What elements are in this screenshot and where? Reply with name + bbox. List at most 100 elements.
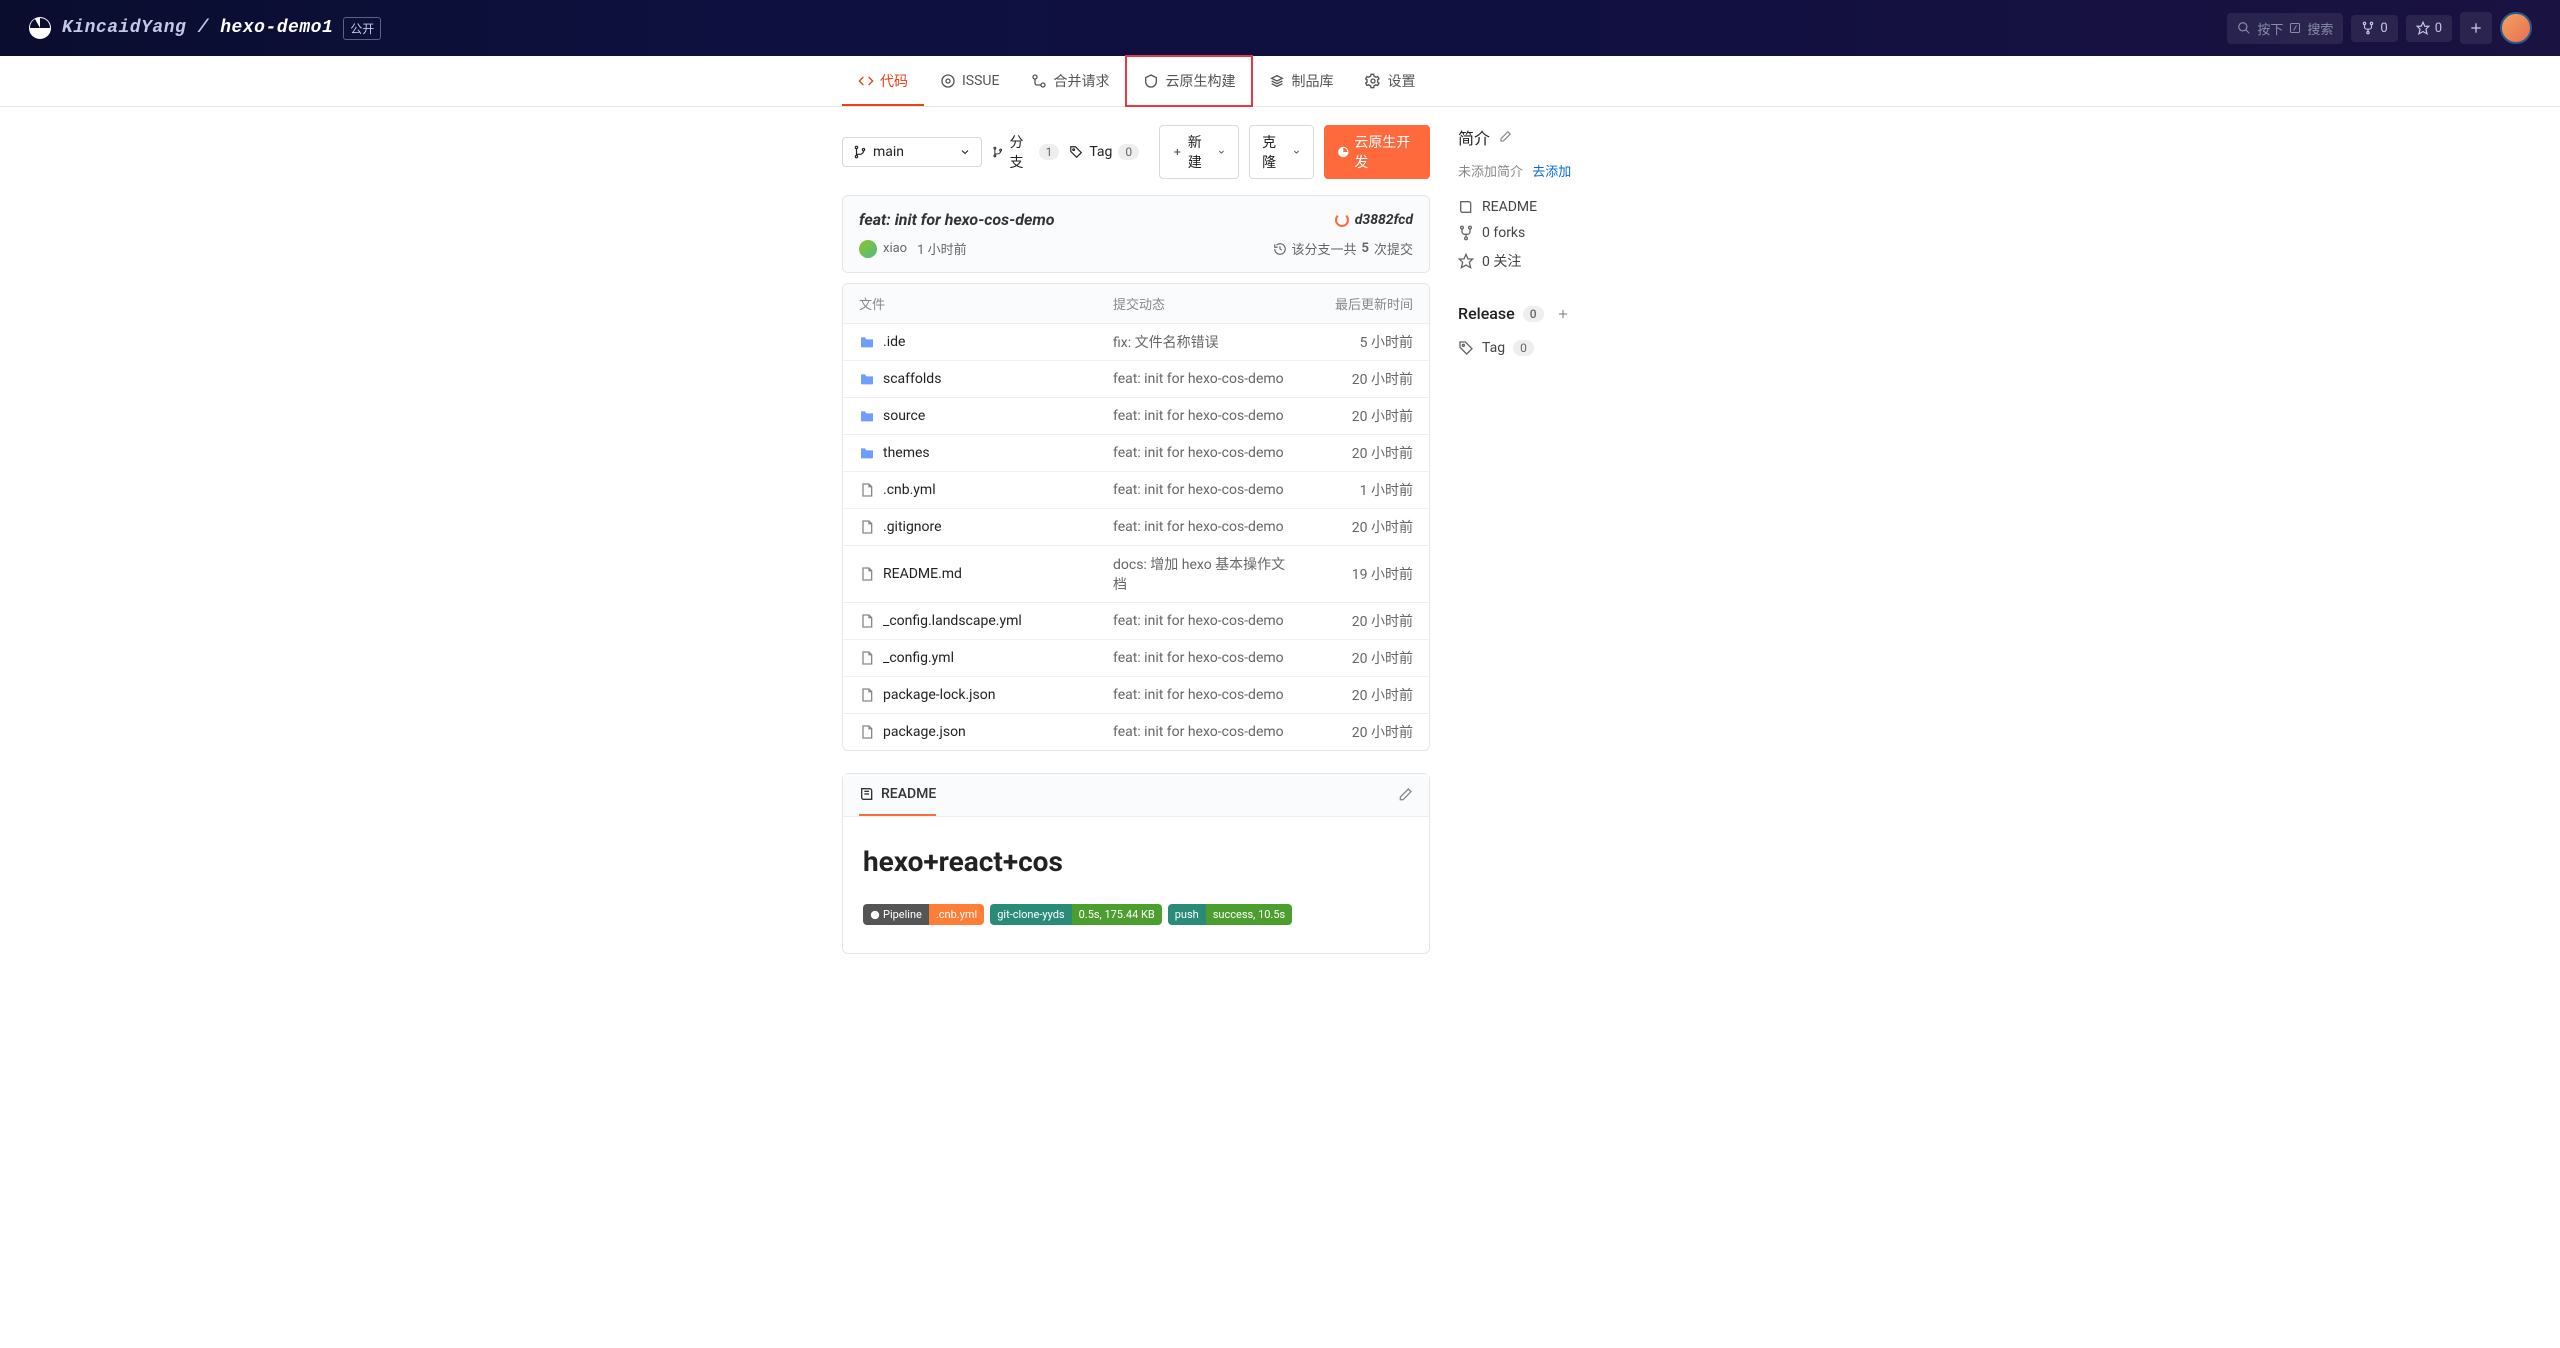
book-icon [1458, 199, 1474, 215]
file-commit-msg[interactable]: feat: init for hexo-cos-demo [1113, 408, 1293, 424]
commit-history-link[interactable]: 该分支一共 5 次提交 [1273, 239, 1414, 258]
visibility-badge: 公开 [343, 17, 381, 40]
latest-commit-card: feat: init for hexo-cos-demo d3882fcd xi… [842, 195, 1430, 273]
cloud-dev-button[interactable]: 云原生开发 [1324, 125, 1430, 179]
badge-part: git-clone-yyds [990, 904, 1071, 925]
file-time: 1 小时前 [1293, 480, 1413, 500]
header-left: KincaidYang / hexo-demo1 公开 [28, 16, 381, 40]
tab-icon [1269, 73, 1285, 89]
badge[interactable]: git-clone-yyds0.5s, 175.44 KB [990, 904, 1162, 925]
branch-name: main [873, 144, 904, 160]
commit-title[interactable]: feat: init for hexo-cos-demo [859, 210, 1055, 229]
readme-tab[interactable]: README [859, 774, 936, 816]
cloud-dev-label: 云原生开发 [1354, 132, 1417, 172]
badge[interactable]: Pipeline.cnb.yml [863, 904, 984, 925]
star-count: 0 [2435, 21, 2442, 36]
star-header-btn[interactable]: 0 [2406, 15, 2452, 42]
fork-header-btn[interactable]: 0 [2351, 15, 2397, 42]
repo-owner[interactable]: KincaidYang [62, 18, 186, 38]
file-time: 20 小时前 [1293, 685, 1413, 705]
tab-代码[interactable]: 代码 [842, 56, 924, 106]
clone-button[interactable]: 克隆 [1249, 125, 1314, 179]
tag-count: 0 [1118, 144, 1139, 160]
tag-link[interactable]: Tag 0 [1458, 335, 1718, 361]
file-row[interactable]: _config.landscape.ymlfeat: init for hexo… [843, 603, 1429, 640]
file-row[interactable]: _config.ymlfeat: init for hexo-cos-demo2… [843, 640, 1429, 677]
branch-count: 1 [1039, 144, 1060, 160]
search-icon [2237, 21, 2251, 35]
file-time: 20 小时前 [1293, 648, 1413, 668]
file-row[interactable]: package-lock.jsonfeat: init for hexo-cos… [843, 677, 1429, 714]
file-row[interactable]: README.mddocs: 增加 hexo 基本操作文档19 小时前 [843, 546, 1429, 603]
file-row[interactable]: sourcefeat: init for hexo-cos-demo20 小时前 [843, 398, 1429, 435]
new-file-button[interactable]: 新建 [1159, 125, 1239, 179]
repo-breadcrumb[interactable]: KincaidYang / hexo-demo1 [62, 18, 333, 38]
readme-link[interactable]: README [1458, 194, 1718, 220]
file-time: 20 小时前 [1293, 443, 1413, 463]
file-row[interactable]: scaffolds feat: init for hexo-cos-demo20 … [843, 361, 1429, 398]
plus-icon[interactable] [1556, 307, 1570, 321]
commit-hash[interactable]: d3882fcd [1335, 212, 1413, 228]
file-row[interactable]: themesfeat: init for hexo-cos-demo20 小时前 [843, 435, 1429, 472]
file-time: 20 小时前 [1293, 406, 1413, 426]
tab-合并请求[interactable]: 合并请求 [1015, 56, 1125, 106]
tab-云原生构建[interactable]: 云原生构建 [1125, 55, 1253, 107]
col-header-name: 文件 [859, 294, 1113, 313]
file-icon [859, 566, 875, 582]
file-name: .cnb.yml [883, 482, 936, 498]
sidebar-tag-count: 0 [1513, 340, 1534, 356]
tag-count-link[interactable]: Tag 0 [1069, 144, 1139, 160]
file-commit-msg[interactable]: feat: init for hexo-cos-demo [1113, 613, 1293, 629]
file-commit-msg[interactable]: fix: 文件名称错误 [1113, 332, 1293, 352]
file-row[interactable]: .idefix: 文件名称错误5 小时前 [843, 324, 1429, 361]
edit-icon[interactable] [1397, 787, 1413, 803]
file-commit-msg[interactable]: feat: init for hexo-cos-demo [1113, 519, 1293, 535]
site-logo-icon[interactable] [28, 16, 52, 40]
add-intro-link[interactable]: 去添加 [1532, 165, 1571, 180]
tab-icon [940, 73, 956, 89]
badge[interactable]: pushsuccess, 10.5s [1168, 904, 1292, 925]
watch-link[interactable]: 0 关注 [1458, 246, 1718, 276]
tab-设置[interactable]: 设置 [1349, 56, 1431, 106]
file-time: 20 小时前 [1293, 369, 1413, 389]
branch-icon [992, 145, 1004, 159]
commit-author[interactable]: xiao 1 小时前 [859, 239, 967, 258]
plus-header-btn[interactable] [2460, 12, 2492, 44]
file-commit-msg[interactable]: feat: init for hexo-cos-demo [1113, 650, 1293, 666]
tab-ISSUE[interactable]: ISSUE [924, 56, 1015, 106]
file-row[interactable]: .gitignorefeat: init for hexo-cos-demo20… [843, 509, 1429, 546]
edit-icon[interactable] [1498, 130, 1512, 144]
commit-time: 1 小时前 [917, 239, 967, 258]
header-right: 按下 搜索 0 0 [2227, 12, 2532, 44]
tab-label: 代码 [880, 71, 908, 91]
file-row[interactable]: package.jsonfeat: init for hexo-cos-demo… [843, 714, 1429, 750]
cloud-icon [1337, 145, 1350, 159]
badge-part: Pipeline [863, 904, 929, 925]
file-row[interactable]: .cnb.yml feat: init for hexo-cos-demo1 小时… [843, 472, 1429, 509]
chevron-down-icon [1217, 147, 1226, 157]
badge-part: .cnb.yml [929, 904, 984, 925]
star-icon [1458, 253, 1474, 269]
file-commit-msg[interactable]: docs: 增加 hexo 基本操作文档 [1113, 554, 1293, 594]
chevron-down-icon [1292, 147, 1301, 157]
branch-selector[interactable]: main [842, 137, 982, 167]
fork-count: 0 [2380, 21, 2387, 36]
repo-tabs: 代码 ISSUE合并请求云原生构建制品库设置 [630, 56, 1930, 106]
search-box[interactable]: 按下 搜索 [2227, 13, 2343, 44]
readme-tab-bar: README [843, 774, 1429, 817]
badge-part: success, 10.5s [1206, 904, 1292, 925]
file-icon [859, 482, 875, 498]
repo-name[interactable]: hexo-demo1 [220, 18, 333, 38]
branch-count-link[interactable]: 分支 1 [992, 132, 1059, 172]
user-avatar[interactable] [2500, 12, 2532, 44]
file-commit-msg[interactable]: feat: init for hexo-cos-demo [1113, 724, 1293, 740]
file-name: scaffolds [883, 371, 941, 387]
file-commit-msg[interactable]: feat: init for hexo-cos-demo [1113, 482, 1293, 498]
forks-link[interactable]: 0 forks [1458, 220, 1718, 246]
file-commit-msg[interactable]: feat: init for hexo-cos-demo [1113, 445, 1293, 461]
file-commit-msg[interactable]: feat: init for hexo-cos-demo [1113, 687, 1293, 703]
tab-制品库[interactable]: 制品库 [1253, 56, 1349, 106]
badge-part: push [1168, 904, 1206, 925]
file-commit-msg[interactable]: feat: init for hexo-cos-demo [1113, 371, 1293, 387]
file-name: .gitignore [883, 519, 942, 535]
